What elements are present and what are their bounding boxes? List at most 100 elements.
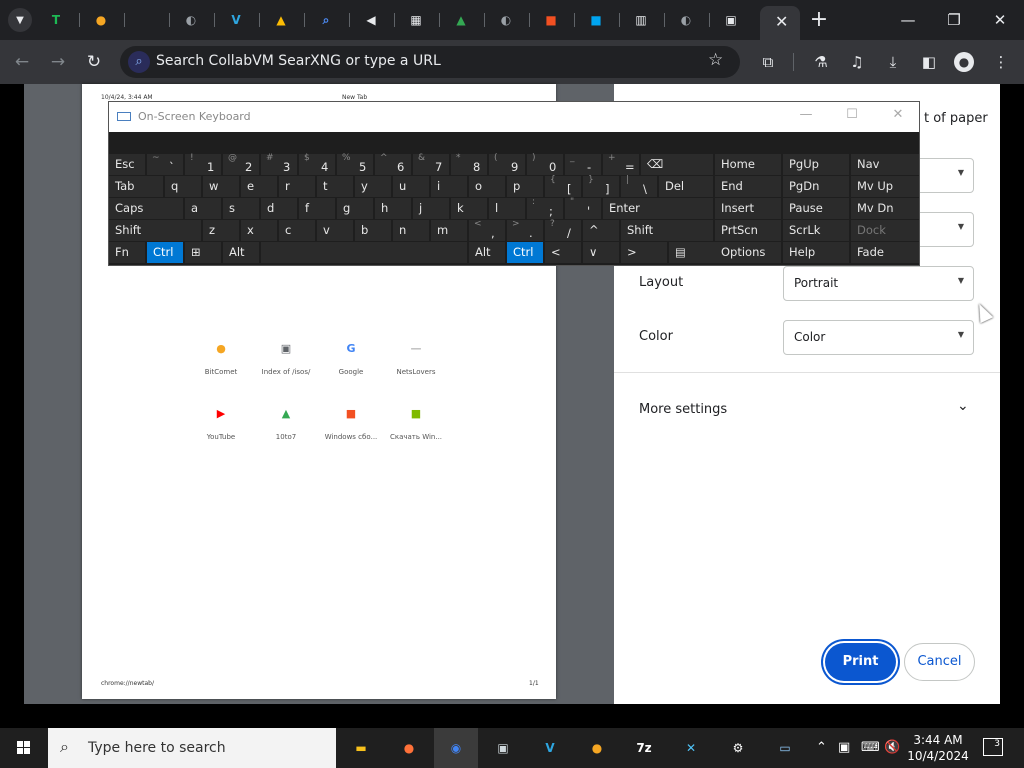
- bitcomet-icon[interactable]: ●: [585, 736, 609, 760]
- back-icon[interactable]: ←: [10, 50, 34, 74]
- osk-key[interactable]: h: [375, 198, 411, 219]
- osk-key[interactable]: q: [165, 176, 201, 197]
- vm-manager-icon[interactable]: ▣: [491, 736, 515, 760]
- osk-key[interactable]: }]: [583, 175, 619, 197]
- osk-key[interactable]: ~ `: [147, 153, 183, 175]
- side-panel-icon[interactable]: ◧: [918, 51, 940, 73]
- osk-key[interactable]: Shift: [621, 220, 713, 241]
- osk-key[interactable]: _ -: [565, 153, 601, 175]
- osk-key[interactable]: ? /: [545, 219, 581, 241]
- remote-desktop-icon[interactable]: ▭: [773, 736, 797, 760]
- osk-nav-key[interactable]: End: [715, 176, 781, 197]
- osk-key[interactable]: ∨: [583, 242, 619, 263]
- osk-nav-key[interactable]: Options: [715, 242, 781, 263]
- bookmark-star-icon[interactable]: ☆: [708, 50, 723, 70]
- osk-key[interactable]: + =: [603, 153, 639, 175]
- osk-key[interactable]: m: [431, 220, 467, 241]
- expand-chevron-icon[interactable]: ⌄: [957, 398, 969, 414]
- start-button[interactable]: [0, 728, 48, 768]
- osk-key[interactable]: Alt: [223, 242, 259, 263]
- osk-key[interactable]: ) 0: [527, 153, 563, 175]
- search-icon[interactable]: ⌕: [317, 11, 335, 29]
- notification-center-icon[interactable]: 3: [983, 738, 1003, 756]
- osk-key[interactable]: j: [413, 198, 449, 219]
- osk-nav-key[interactable]: Help: [783, 242, 849, 263]
- archive-icon[interactable]: ▥: [632, 11, 650, 29]
- omnibox-input[interactable]: Search CollabVM SearXNG or type a URL: [156, 53, 441, 69]
- osk-key[interactable]: b: [355, 220, 391, 241]
- osk-key[interactable]: Tab: [109, 176, 163, 197]
- osk-nav-key[interactable]: Insert: [715, 198, 781, 219]
- osk-key[interactable]: w: [203, 176, 239, 197]
- speaker-icon[interactable]: ◀: [362, 11, 380, 29]
- restore-icon[interactable]: ❐: [931, 0, 977, 40]
- osk-key[interactable]: Del: [659, 176, 713, 197]
- osk-key[interactable]: #3: [261, 153, 297, 175]
- osk-key[interactable]: Ctrl: [507, 242, 543, 263]
- osk-key[interactable]: & 7: [413, 153, 449, 175]
- osk-nav-key[interactable]: Fade: [851, 242, 919, 263]
- osk-nav-key[interactable]: Home: [715, 154, 781, 175]
- osk-nav-key[interactable]: ScrLk: [783, 220, 849, 241]
- osk-key[interactable]: ! 1: [185, 153, 221, 175]
- taskbar-search-input[interactable]: Type here to search: [88, 740, 226, 756]
- osk-key[interactable]: <: [545, 242, 581, 263]
- osk-key[interactable]: l: [489, 198, 525, 219]
- osk-key[interactable]: t: [317, 176, 353, 197]
- osk-key[interactable]: Shift: [109, 220, 201, 241]
- drive-icon[interactable]: ▲: [272, 11, 290, 29]
- tab-search-dropdown-icon[interactable]: ▼: [8, 8, 32, 32]
- osk-nav-key[interactable]: Dock: [851, 220, 919, 241]
- print-button[interactable]: Print: [825, 643, 896, 681]
- downloads-icon[interactable]: ⤓: [882, 51, 904, 73]
- osk-key[interactable]: | \: [621, 175, 657, 197]
- osk-key[interactable]: Caps: [109, 198, 183, 219]
- osk-key[interactable]: Ctrl: [147, 242, 183, 263]
- osk-key[interactable]: k: [451, 198, 487, 219]
- osk-key[interactable]: ^ 6: [375, 153, 411, 175]
- osk-nav-key[interactable]: Nav: [851, 154, 919, 175]
- osk-key[interactable]: {[: [545, 175, 581, 197]
- osk-key[interactable]: % 5: [337, 153, 373, 175]
- osk-key[interactable]: " ': [565, 197, 601, 219]
- firefox-icon[interactable]: ●: [397, 736, 421, 760]
- osk-key[interactable]: * 8: [451, 153, 487, 175]
- osk-key[interactable]: [261, 242, 467, 263]
- osk-titlebar[interactable]: On-Screen Keyboard — ☐ ✕: [109, 102, 919, 132]
- menu-kebab-icon[interactable]: ⋮: [990, 51, 1012, 73]
- osk-key[interactable]: >.: [507, 219, 543, 241]
- tray-network-icon[interactable]: ▣: [838, 740, 850, 755]
- osk-key[interactable]: n: [393, 220, 429, 241]
- settings-icon[interactable]: ⚙: [726, 736, 750, 760]
- osk-key[interactable]: $4: [299, 153, 335, 175]
- labs-flask-icon[interactable]: ⚗: [810, 51, 832, 73]
- forward-icon[interactable]: →: [46, 50, 70, 74]
- osk-key[interactable]: y: [355, 176, 391, 197]
- vm-icon[interactable]: ▣: [722, 11, 740, 29]
- reload-icon[interactable]: ↻: [82, 50, 106, 74]
- osk-key[interactable]: p: [507, 176, 543, 197]
- osk-key[interactable]: x: [241, 220, 277, 241]
- minimize-icon[interactable]: —: [885, 0, 931, 40]
- osk-key[interactable]: ▤: [669, 242, 715, 263]
- osk-maximize-icon[interactable]: ☐: [837, 107, 867, 122]
- osk-nav-key[interactable]: Mv Dn: [851, 198, 919, 219]
- globe-icon-3[interactable]: ◐: [677, 11, 695, 29]
- counter-icon[interactable]: ▦: [407, 11, 425, 29]
- blank-tab-icon[interactable]: [137, 11, 155, 29]
- osk-minimize-icon[interactable]: —: [791, 107, 821, 122]
- osk-key[interactable]: s: [223, 198, 259, 219]
- osk-key[interactable]: ^: [583, 220, 619, 241]
- osk-key[interactable]: r: [279, 176, 315, 197]
- active-tab[interactable]: ✕: [760, 6, 800, 40]
- osk-key[interactable]: g: [337, 198, 373, 219]
- vs-icon[interactable]: V: [227, 11, 245, 29]
- more-settings-toggle[interactable]: More settings: [639, 402, 727, 417]
- new-tab-button[interactable]: +: [808, 7, 830, 33]
- osk-nav-key[interactable]: PrtScn: [715, 220, 781, 241]
- bitcomet-icon[interactable]: ●: [92, 11, 110, 29]
- osk-key[interactable]: d: [261, 198, 297, 219]
- osk-nav-key[interactable]: Pause: [783, 198, 849, 219]
- osk-key[interactable]: @2: [223, 153, 259, 175]
- chrome-icon[interactable]: ◉: [444, 736, 468, 760]
